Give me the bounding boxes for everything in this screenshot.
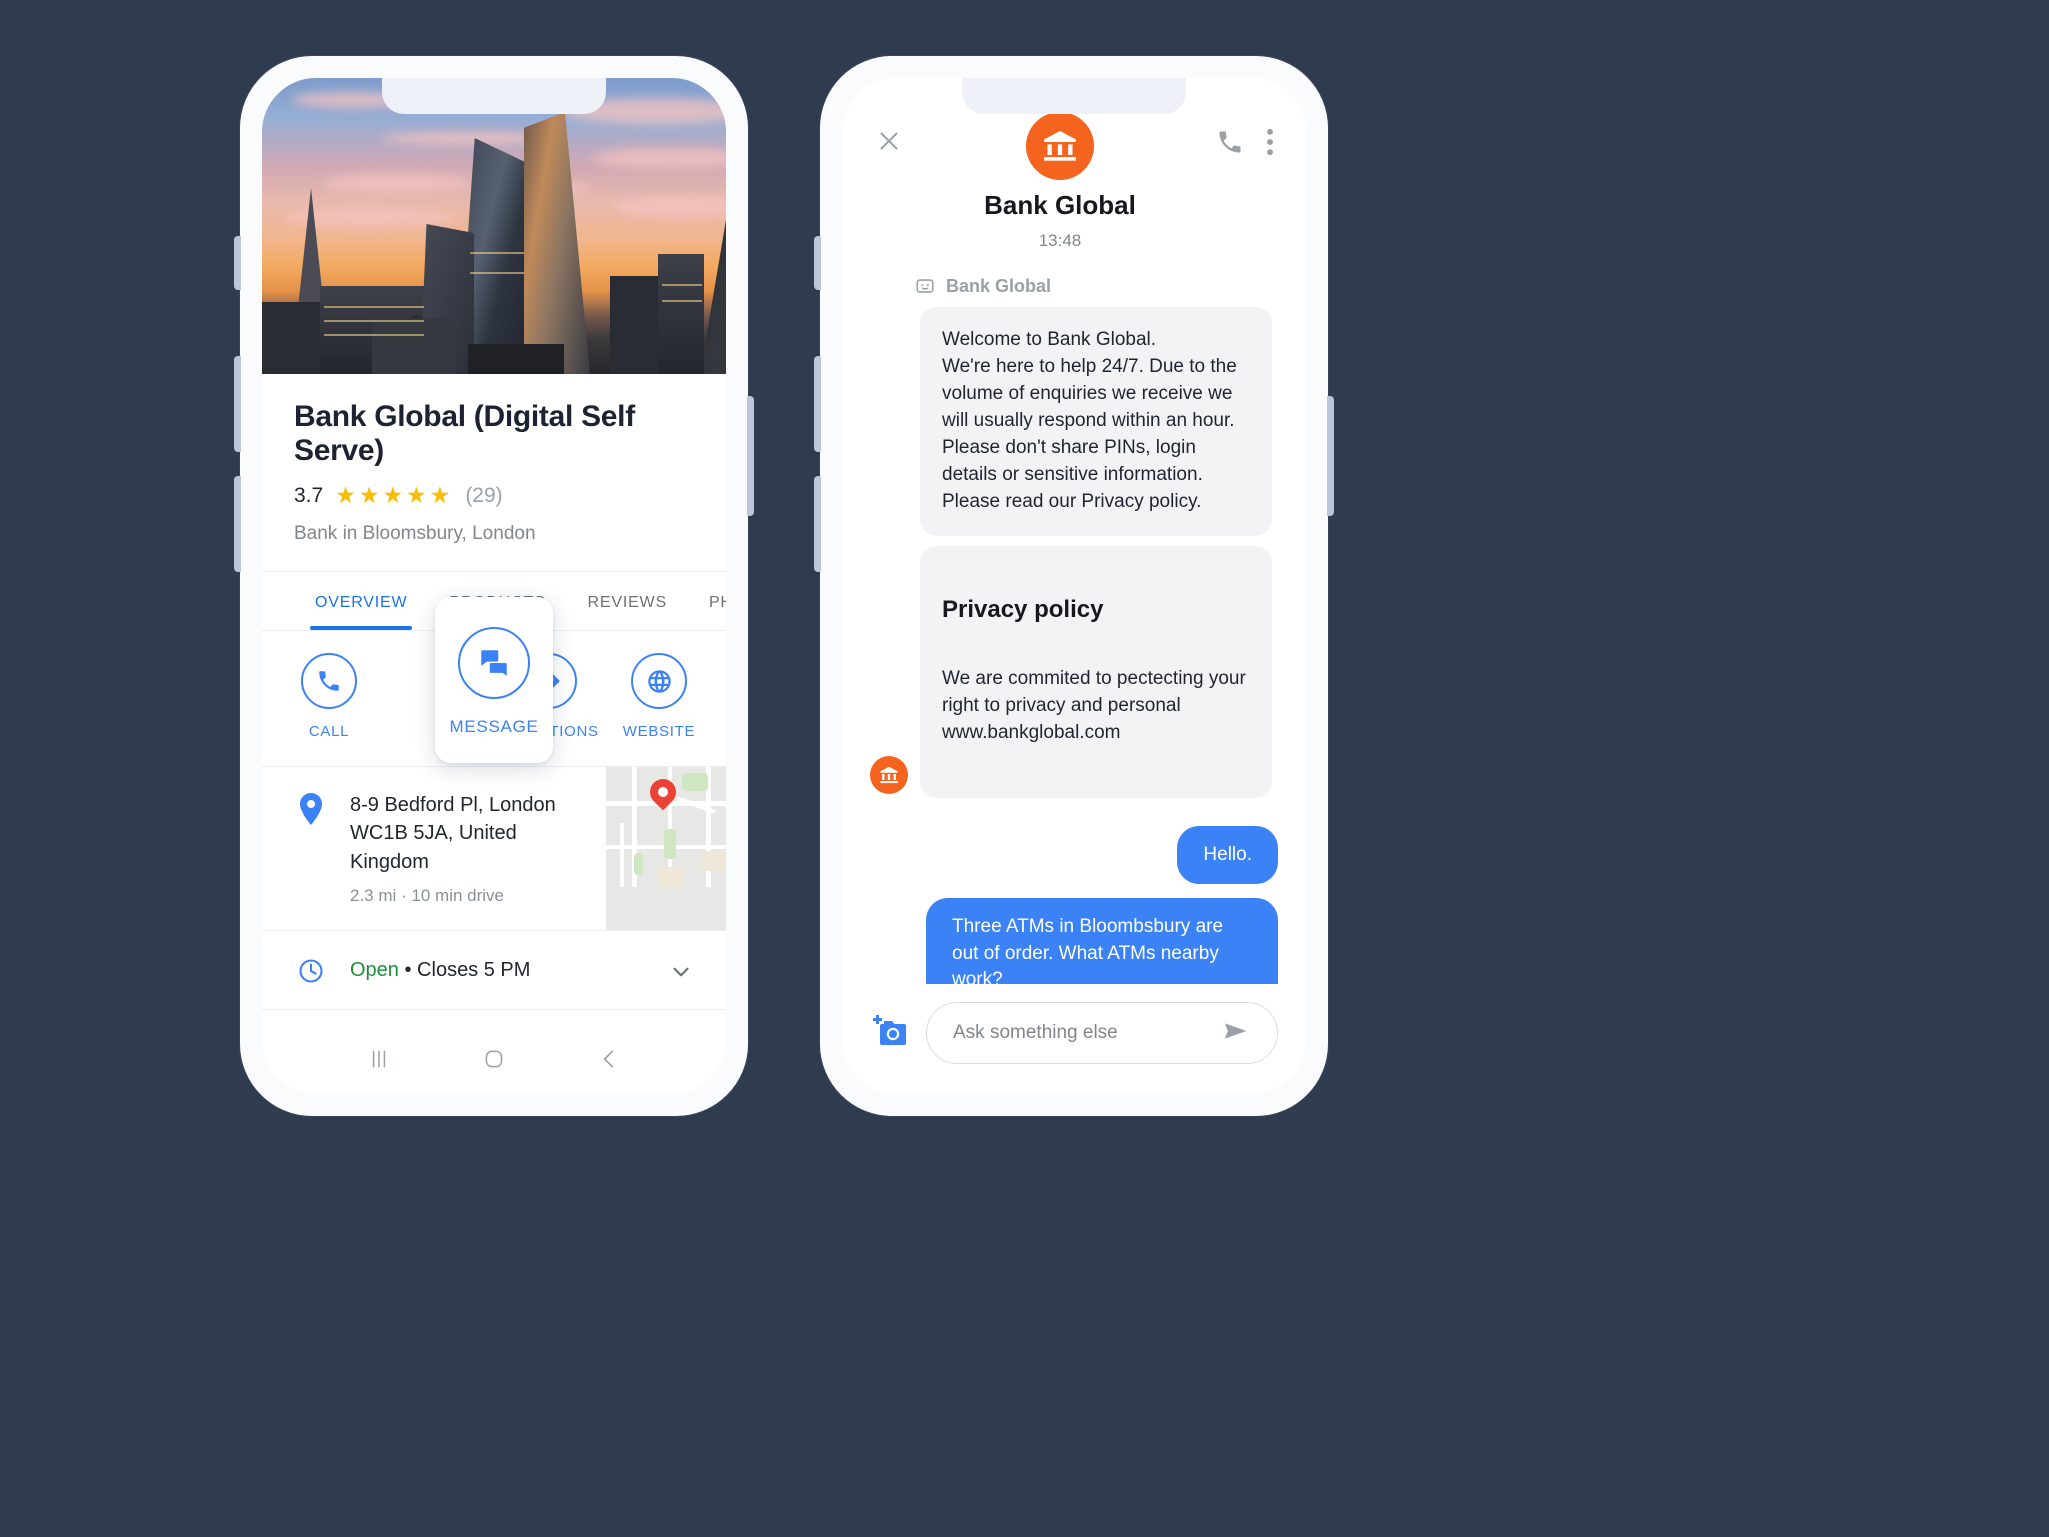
call-action-button[interactable]: CALL (274, 653, 384, 740)
recents-icon[interactable] (366, 1046, 392, 1077)
screenshot-canvas: Bank Global (Digital Self Serve) 3.7 ★★★… (0, 0, 2049, 1537)
address-row[interactable]: 8-9 Bedford Pl, London WC1B 5JA, United … (262, 766, 726, 931)
business-hero-image (262, 78, 726, 374)
location-pin-icon (294, 791, 328, 825)
page-title: Bank Global (Digital Self Serve) (294, 400, 635, 467)
phone-icon (301, 653, 357, 709)
power-button[interactable] (747, 396, 754, 516)
message-input-placeholder: Ask something else (953, 1022, 1118, 1043)
device-notch-right (962, 78, 1186, 114)
call-action-label: CALL (308, 723, 350, 740)
message-list: Bank Global Welcome to Bank Global. We'r… (842, 251, 1306, 1094)
right-phone-device: Bank Global 13:48 Bank Global Welcome to… (814, 56, 1334, 1116)
address-line-2: WC1B 5JA, United Kingdom (350, 822, 517, 873)
message-icon (458, 627, 530, 699)
business-category: Bank in Bloomsbury, London (294, 523, 536, 544)
chevron-down-icon[interactable] (668, 959, 694, 990)
message-input-field[interactable]: Ask something else (926, 1002, 1278, 1064)
address-distance: 2.3 mi · 10 min drive (350, 886, 504, 906)
open-status: Open (350, 958, 399, 981)
volume-up-button[interactable] (234, 356, 241, 452)
volume-down-button-right[interactable] (814, 476, 821, 572)
device-notch (382, 78, 606, 114)
bot-message-welcome: Welcome to Bank Global. We're here to he… (920, 307, 1272, 536)
silence-switch[interactable] (234, 236, 241, 290)
map-thumbnail[interactable] (606, 767, 726, 931)
tab-overview[interactable]: OVERVIEW (294, 572, 428, 630)
close-icon[interactable] (874, 126, 904, 161)
bot-icon (914, 275, 936, 297)
message-composer: Ask something else (842, 984, 1306, 1094)
star-rating-icon: ★★★★★ (335, 482, 454, 508)
clock-icon (294, 955, 328, 985)
phone-icon[interactable] (1216, 128, 1244, 161)
add-photo-icon[interactable] (870, 1013, 910, 1054)
tab-reviews[interactable]: REVIEWS (567, 572, 688, 630)
power-button-right[interactable] (1327, 396, 1334, 516)
review-count[interactable]: (29) (465, 484, 502, 508)
bank-icon (870, 755, 908, 794)
message-action-button[interactable]: MESSAGE (435, 597, 553, 763)
hours-row[interactable]: Open • Closes 5 PM (262, 930, 726, 1009)
chat-timestamp: 13:48 (1038, 231, 1082, 250)
sender-name: Bank Global (946, 275, 1052, 296)
rating-value: 3.7 (294, 483, 324, 507)
message-row-user-hello: Hello. (870, 825, 1278, 885)
left-phone-device: Bank Global (Digital Self Serve) 3.7 ★★★… (234, 56, 754, 1116)
privacy-policy-card[interactable]: Privacy policy We are commited to pectec… (920, 545, 1272, 798)
silence-switch-right[interactable] (814, 236, 821, 290)
closing-time: • Closes 5 PM (398, 958, 531, 981)
tab-photos[interactable]: PHOTOS (688, 572, 726, 630)
send-icon[interactable] (1221, 1017, 1251, 1050)
volume-up-button-right[interactable] (814, 356, 821, 452)
right-phone-screen: Bank Global 13:48 Bank Global Welcome to… (842, 78, 1306, 1094)
website-action-button[interactable]: WEBSITE (604, 653, 714, 740)
globe-icon (631, 653, 687, 709)
more-vertical-icon[interactable] (1266, 128, 1274, 161)
privacy-policy-title: Privacy policy (942, 595, 1104, 623)
message-action-label: MESSAGE (449, 717, 539, 736)
privacy-policy-body: We are commited to pectecting your right… (942, 667, 1246, 743)
rating-row: 3.7 ★★★★★ (29) (262, 468, 726, 509)
volume-down-button[interactable] (234, 476, 241, 572)
back-icon[interactable] (596, 1046, 622, 1077)
left-phone-screen: Bank Global (Digital Self Serve) 3.7 ★★★… (262, 78, 726, 1094)
bank-icon (1025, 112, 1094, 180)
message-row-bot-welcome: Welcome to Bank Global. We're here to he… (870, 307, 1278, 798)
chat-identity: Bank Global 13:48 (984, 112, 1136, 251)
business-info-card: Bank Global (Digital Self Serve) 3.7 ★★★… (262, 374, 726, 1094)
user-message-hello: Hello. (1177, 825, 1278, 885)
address-line-1: 8-9 Bedford Pl, London (350, 794, 556, 816)
android-navigation-bar (262, 1028, 726, 1094)
action-button-row: CALL M DIRECTIONS (262, 597, 726, 766)
home-icon[interactable] (481, 1046, 507, 1077)
message-sender-label: Bank Global (870, 275, 1278, 297)
chat-bank-name: Bank Global (984, 190, 1136, 220)
website-action-label: WEBSITE (622, 723, 696, 740)
